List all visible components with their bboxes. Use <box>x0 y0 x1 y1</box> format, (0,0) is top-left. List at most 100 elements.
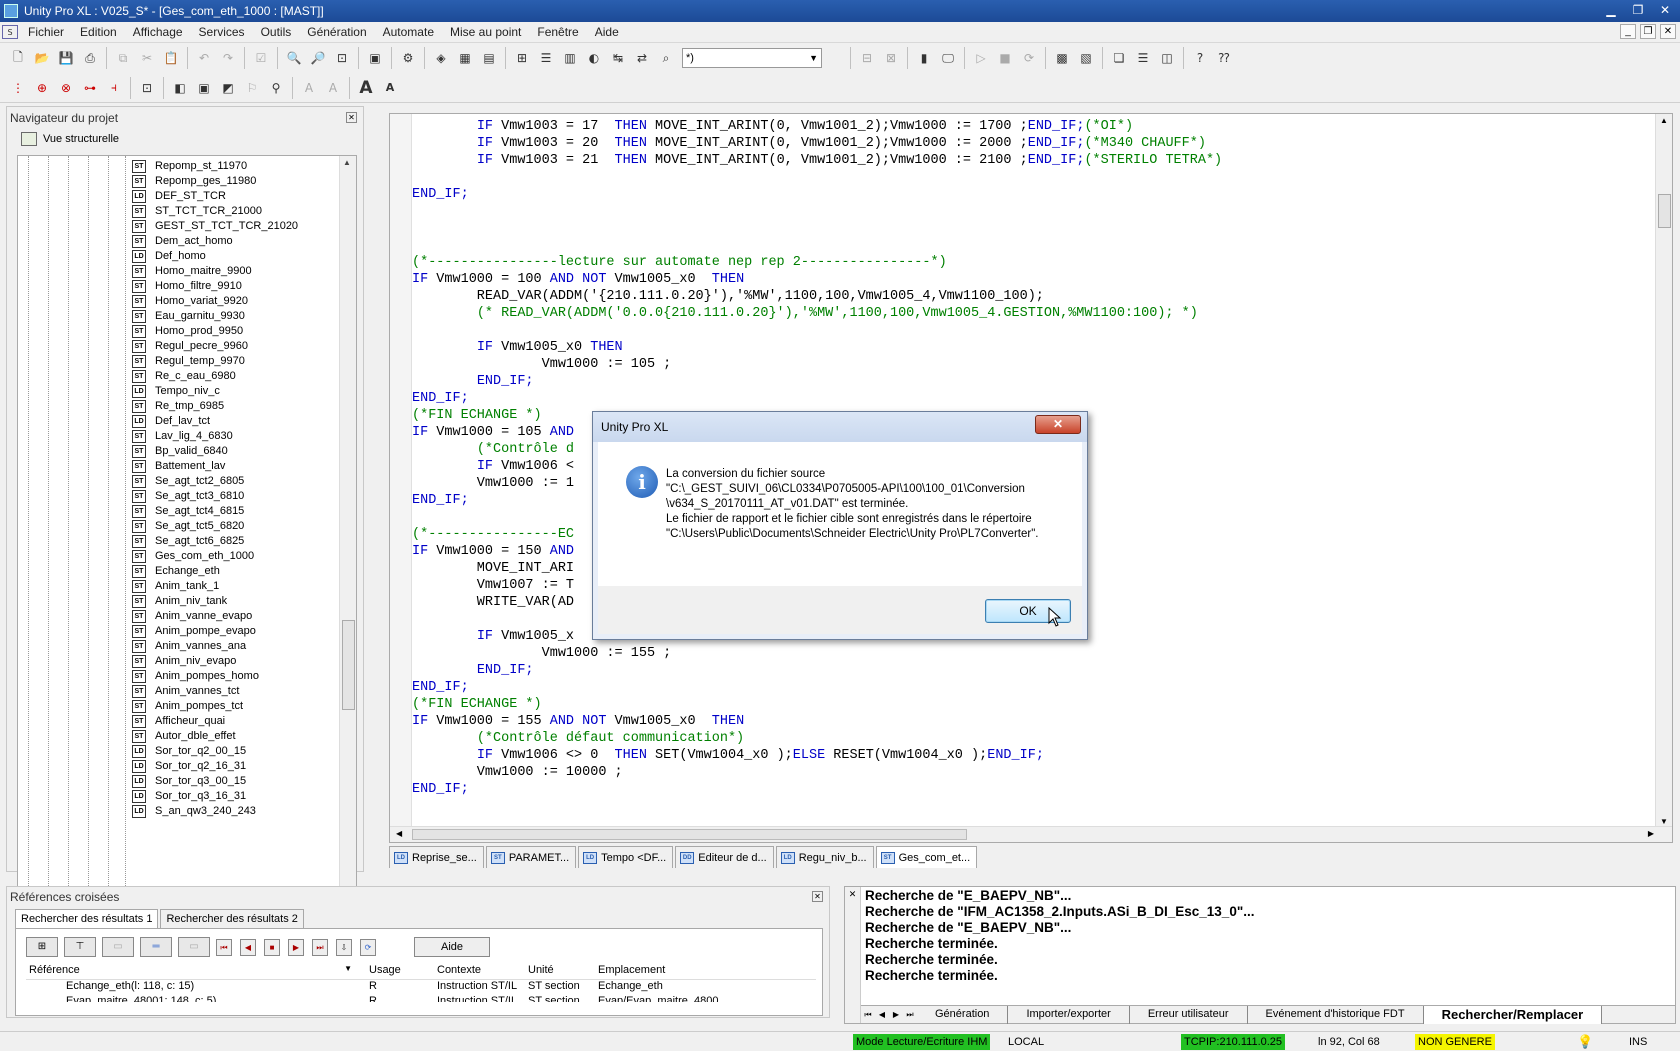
tree-item[interactable]: ST GEST_ST_TCT_TCR_21020 <box>132 218 298 234</box>
save-icon[interactable]: 💾 <box>56 48 76 68</box>
tree-item[interactable]: ST Afficheur_quai <box>132 713 225 729</box>
tab-evenement-fdt[interactable]: Evénement d'historique FDT <box>1248 1005 1424 1024</box>
font-smaller-icon[interactable]: A <box>323 78 343 98</box>
crossref-close-button[interactable]: ✕ <box>812 891 823 902</box>
tree-item[interactable]: LD Sor_tor_q2_16_31 <box>132 758 246 774</box>
search-combo[interactable]: *) ▼ <box>682 48 822 68</box>
next-icon[interactable]: ▶ <box>288 938 304 956</box>
tree-item[interactable]: ST Eau_garnitu_9930 <box>132 308 245 324</box>
tree-item[interactable]: ST Se_agt_tct6_6825 <box>132 533 244 549</box>
font-bigger-icon[interactable]: A <box>299 78 319 98</box>
first-tab-icon[interactable]: ⏮ <box>861 1010 875 1020</box>
tab-rechercher-remplacer[interactable]: Rechercher/Remplacer <box>1423 1005 1603 1024</box>
next-tab-icon[interactable]: ▶ <box>889 1010 903 1019</box>
tree-item[interactable]: ST Bp_valid_6840 <box>132 443 228 459</box>
table-row[interactable]: Evap_maitre_48001: 148, c: 5) R Instruct… <box>26 995 816 1002</box>
tab-importer-exporter[interactable]: Importer/exporter <box>1008 1005 1130 1024</box>
filter-2-icon[interactable]: ═ <box>140 937 172 957</box>
editor-scroll-thumb[interactable] <box>1658 194 1671 228</box>
menu-mise-au-point[interactable]: Mise au point <box>442 25 529 39</box>
col-emplacement[interactable]: Emplacement <box>595 964 805 979</box>
insert-link-icon[interactable]: ⊶ <box>80 78 100 98</box>
chevron-down-icon[interactable]: ▼ <box>344 964 352 973</box>
lightbulb-icon[interactable]: 💡 <box>1574 1034 1596 1050</box>
run-icon[interactable]: ▷ <box>971 48 991 68</box>
minimize-button[interactable]: ▁ <box>1598 1 1624 19</box>
tree-item[interactable]: ST Se_agt_tct3_6810 <box>132 488 244 504</box>
animation-icon[interactable]: ◐ <box>584 48 604 68</box>
watch-icon[interactable]: ▧ <box>1076 48 1096 68</box>
scroll-left-icon[interactable]: ◀ <box>396 829 402 838</box>
document-tab[interactable]: ST PARAMET... <box>485 846 577 868</box>
scroll-up-icon[interactable]: ▲ <box>343 158 351 167</box>
plc-screen-icon[interactable]: ▮ <box>914 48 934 68</box>
chevron-down-icon[interactable]: ▼ <box>809 49 818 67</box>
tree-item[interactable]: ST Anim_tank_1 <box>132 578 219 594</box>
variables-icon[interactable]: ▣ <box>194 78 214 98</box>
font-decrease-icon[interactable]: A <box>380 78 400 98</box>
last-icon[interactable]: ⏭ <box>312 938 328 956</box>
refresh-icon[interactable]: ⟳ <box>360 938 376 956</box>
tree-item[interactable]: ST Autor_dble_effet <box>132 728 236 744</box>
tree-item[interactable]: ST Re_c_eau_6980 <box>132 368 236 384</box>
tree-item[interactable]: ST Se_agt_tct2_6805 <box>132 473 244 489</box>
menu-outils[interactable]: Outils <box>253 25 300 39</box>
print-icon[interactable]: ⎙ <box>80 48 100 68</box>
tree-item[interactable]: ST Anim_niv_evapo <box>132 653 236 669</box>
tree-item[interactable]: LD S_an_qw3_240_243 <box>132 803 256 819</box>
paste-icon[interactable]: 📋 <box>161 48 181 68</box>
tree-item[interactable]: ST Anim_vannes_ana <box>132 638 246 654</box>
plc-connect-icon[interactable]: ⊟ <box>857 48 877 68</box>
menu-fenetre[interactable]: Fenêtre <box>529 25 586 39</box>
editor-vertical-scrollbar[interactable]: ▲ ▼ <box>1655 114 1672 828</box>
col-unite[interactable]: Unité <box>525 964 595 979</box>
tree-item[interactable]: LD Sor_tor_q3_16_31 <box>132 788 246 804</box>
col-contexte[interactable]: Contexte <box>434 964 525 979</box>
tree-item[interactable]: ST Regul_temp_9970 <box>132 353 245 369</box>
tree-item[interactable]: ST Echange_eth <box>132 563 220 579</box>
tree-item[interactable]: ST Anim_niv_tank <box>132 593 227 609</box>
navigator-close-button[interactable]: ✕ <box>346 112 357 123</box>
tree-item[interactable]: ST Repomp_st_11970 <box>132 158 247 174</box>
tree-item[interactable]: ST Regul_pecre_9960 <box>132 338 248 354</box>
document-tab[interactable]: LD Regu_niv_b... <box>775 846 874 868</box>
fullscreen-icon[interactable]: ▣ <box>365 48 385 68</box>
tree-item[interactable]: ST Lav_lig_4_6830 <box>132 428 233 444</box>
scroll-right-icon[interactable]: ▶ <box>1648 829 1654 838</box>
stop-icon[interactable]: ■ <box>264 938 280 956</box>
data-editor-icon[interactable]: ⊡ <box>137 78 157 98</box>
structural-view-tab[interactable]: Vue structurelle <box>21 132 119 146</box>
new-file-icon[interactable]: 🗋 <box>8 48 28 68</box>
mdi-close-button[interactable]: ✕ <box>1660 24 1676 39</box>
ffb-assistant-icon[interactable]: ◧ <box>170 78 190 98</box>
insert-coil-icon[interactable]: ⫞ <box>104 78 124 98</box>
insert-var-icon[interactable]: ⋮ <box>8 78 28 98</box>
tab-results-1[interactable]: Rechercher des résultats 1 <box>15 909 159 928</box>
bookmarks-icon[interactable]: ⚐ <box>242 78 262 98</box>
tree-item[interactable]: ST Homo_variat_9920 <box>132 293 248 309</box>
menu-services[interactable]: Services <box>191 25 253 39</box>
insert-ffb-icon[interactable]: ⊗ <box>56 78 76 98</box>
font-increase-icon[interactable]: A <box>356 78 376 98</box>
mdi-restore-button[interactable]: ❐ <box>1640 24 1656 39</box>
tree-scroll-thumb[interactable] <box>342 620 355 710</box>
mdi-minimize-button[interactable]: _ <box>1620 24 1636 39</box>
tree-item[interactable]: ST Re_tmp_6985 <box>132 398 224 414</box>
copy-icon[interactable]: ⧉ <box>113 48 133 68</box>
menu-generation[interactable]: Génération <box>299 25 374 39</box>
tree-item[interactable]: ST Dem_act_homo <box>132 233 233 249</box>
stop-icon[interactable]: ■ <box>995 48 1015 68</box>
undo-icon[interactable]: ↶ <box>194 48 214 68</box>
output-close-icon[interactable]: ✕ <box>845 889 860 900</box>
tile-vertical-icon[interactable]: ◫ <box>1157 48 1177 68</box>
first-icon[interactable]: ⏮ <box>216 938 232 956</box>
scroll-down-icon[interactable]: ▼ <box>1660 817 1668 826</box>
col-usage[interactable]: Usage <box>366 964 434 979</box>
open-folder-icon[interactable]: 📂 <box>32 48 52 68</box>
tree-item[interactable]: ST Anim_pompes_tct <box>132 698 243 714</box>
project-tree[interactable]: ▲ ▼ STRepomp_st_11970STRepomp_ges_11980L… <box>17 155 357 965</box>
tree-item[interactable]: ST Se_agt_tct5_6820 <box>132 518 244 534</box>
analyze-icon[interactable]: ◈ <box>431 48 451 68</box>
document-tab[interactable]: ST Ges_com_et... <box>875 846 978 868</box>
previous-icon[interactable]: ◀ <box>240 938 256 956</box>
